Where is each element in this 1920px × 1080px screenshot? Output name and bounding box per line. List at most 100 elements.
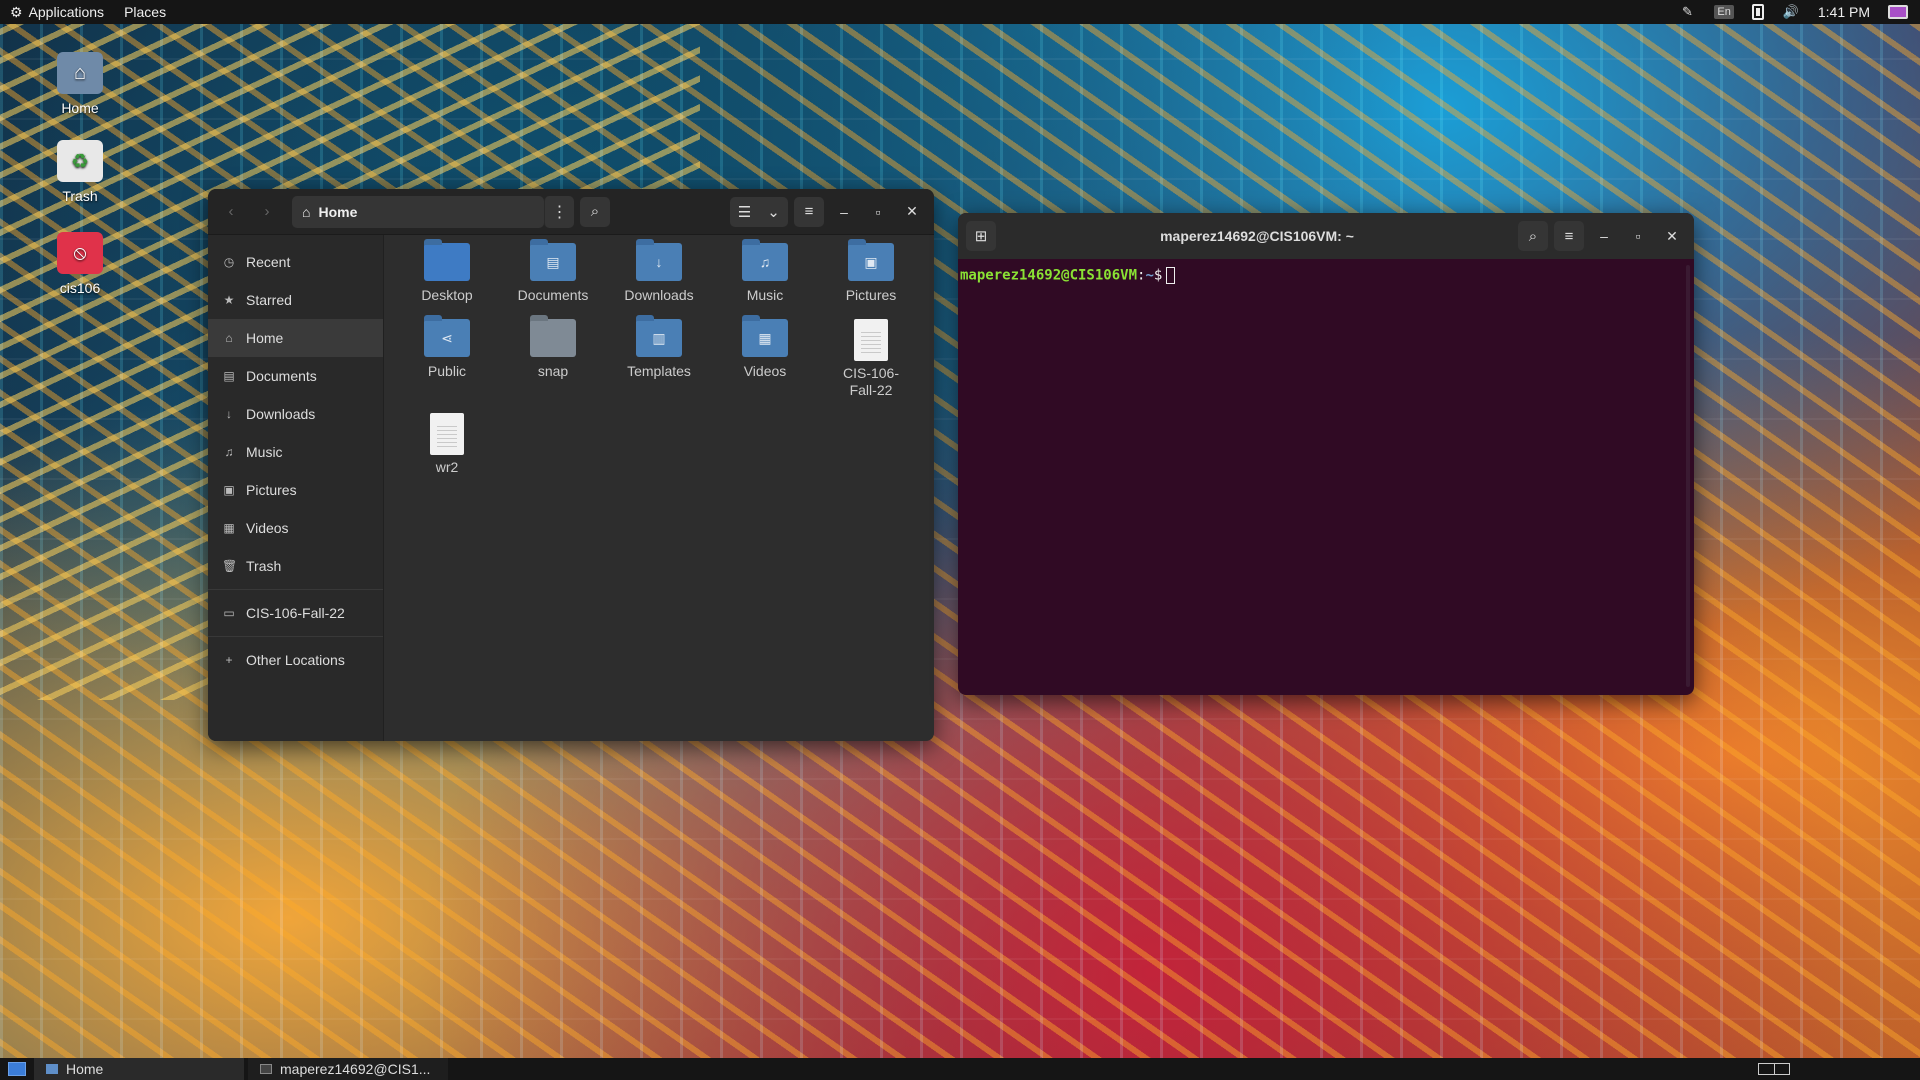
file-item-label: Music (746, 287, 784, 303)
video-icon: ▦ (223, 521, 235, 535)
documents-folder-icon: ▤ (530, 239, 576, 281)
file-item-snap[interactable]: snap (500, 315, 606, 393)
sidebar-item-label: Home (246, 330, 284, 346)
templates-folder-icon: ▥ (636, 315, 682, 357)
sidebar-item-label: Videos (246, 520, 289, 536)
close-button[interactable]: ✕ (898, 198, 926, 226)
file-grid: Desktop ▤ Documents ↓ Downloads ♫ Music … (394, 239, 924, 487)
chevron-down-icon: ⌄ (767, 203, 780, 221)
sidebar-item-documents[interactable]: ▤ Documents (208, 357, 383, 395)
path-bar[interactable]: ⌂ Home (292, 195, 544, 228)
pictures-folder-icon: ▣ (848, 239, 894, 281)
back-button[interactable]: ‹ (216, 197, 246, 227)
close-icon: ✕ (906, 203, 918, 219)
terminal-icon (260, 1064, 272, 1074)
maximize-button[interactable]: ▫ (1624, 222, 1652, 250)
sidebar-item-music[interactable]: ♫ Music (208, 433, 383, 471)
language-indicator[interactable]: En (1714, 5, 1734, 19)
path-menu-button[interactable]: ⋮ (544, 195, 574, 228)
list-icon: ☰ (737, 203, 752, 221)
desktop-icon-cis106[interactable]: ⦸ cis106 (40, 232, 120, 296)
hamburger-icon: ≡ (804, 203, 814, 220)
places-label: Places (124, 4, 167, 20)
plus-icon: + (225, 653, 233, 667)
view-options-button[interactable]: ⌄ (759, 197, 788, 227)
sidebar-item-label: Other Locations (246, 652, 345, 668)
minimize-button[interactable]: – (1590, 222, 1618, 250)
sidebar-item-label: CIS-106-Fall-22 (246, 605, 345, 621)
view-switcher: ☰ ⌄ (730, 196, 788, 227)
public-folder-icon: ⋖ (424, 315, 470, 357)
snap-folder-icon (530, 315, 576, 357)
battery-icon[interactable] (1751, 4, 1764, 20)
sidebar-item-label: Starred (246, 292, 292, 308)
clock[interactable]: 1:41 PM (1818, 4, 1870, 20)
file-item-videos[interactable]: ▦ Videos (712, 315, 818, 393)
minimize-button[interactable]: – (830, 198, 858, 226)
sidebar-item-label: Pictures (246, 482, 297, 498)
sidebar-item-other-locations[interactable]: + Other Locations (208, 641, 383, 679)
terminal-search-button[interactable]: ⌕ (1518, 221, 1548, 251)
file-item-label: Desktop (421, 287, 473, 303)
files-content: Desktop ▤ Documents ↓ Downloads ♫ Music … (384, 235, 934, 741)
monitor-icon[interactable] (1888, 5, 1908, 19)
file-item-templates[interactable]: ▥ Templates (606, 315, 712, 393)
file-item-documents[interactable]: ▤ Documents (500, 239, 606, 317)
volume-icon[interactable]: 🔊 (1782, 4, 1800, 20)
close-button[interactable]: ✕ (1658, 222, 1686, 250)
terminal-cursor (1166, 267, 1176, 284)
new-tab-button[interactable]: ⊞ (966, 221, 996, 251)
places-menu[interactable]: Places (114, 0, 176, 24)
sidebar-divider (208, 589, 383, 590)
file-item-downloads[interactable]: ↓ Downloads (606, 239, 712, 317)
sidebar-item-bookmark[interactable]: ▭ CIS-106-Fall-22 (208, 594, 383, 632)
terminal-output[interactable]: maperez14692@CIS106VM:~$ (958, 259, 1694, 292)
workspace-switcher[interactable] (1758, 1063, 1790, 1075)
list-view-button[interactable]: ☰ (730, 197, 759, 227)
taskbar-item-terminal[interactable]: maperez14692@CIS1... (248, 1058, 448, 1080)
sidebar-item-downloads[interactable]: ↓ Downloads (208, 395, 383, 433)
files-sidebar: ◷ Recent ★ Starred ⌂ Home ▤ Documents ↓ … (208, 235, 384, 741)
file-item-label: snap (537, 363, 569, 379)
file-item-label: CIS-106- Fall-22 (842, 365, 900, 398)
file-item-wr2[interactable]: wr2 (394, 413, 500, 487)
search-button[interactable]: ⌕ (580, 196, 610, 227)
file-item-cis106-fall22[interactable]: CIS-106- Fall-22 (818, 319, 924, 411)
home-icon: ⌂ (225, 331, 233, 345)
downloads-folder-icon: ↓ (636, 239, 682, 281)
file-item-pictures[interactable]: ▣ Pictures (818, 239, 924, 317)
path-label: Home (318, 203, 358, 220)
file-item-public[interactable]: ⋖ Public (394, 315, 500, 393)
applications-menu[interactable]: ⚙ Applications (0, 0, 114, 24)
sidebar-item-label: Downloads (246, 406, 316, 422)
file-item-music[interactable]: ♫ Music (712, 239, 818, 317)
document-icon: ▤ (223, 369, 235, 383)
desktop-icon-home[interactable]: ⌂ Home (40, 52, 120, 116)
minimize-icon: – (1600, 228, 1608, 244)
main-menu-button[interactable]: ≡ (794, 196, 824, 227)
terminal-scrollbar[interactable] (1686, 265, 1690, 687)
sidebar-item-home[interactable]: ⌂ Home (208, 319, 383, 357)
chevron-left-icon: ‹ (228, 203, 234, 220)
clock-icon: ◷ (223, 255, 235, 269)
sidebar-item-starred[interactable]: ★ Starred (208, 281, 383, 319)
desktop-icon-trash[interactable]: ♻ Trash (40, 140, 120, 204)
file-item-desktop[interactable]: Desktop (394, 239, 500, 317)
sidebar-item-pictures[interactable]: ▣ Pictures (208, 471, 383, 509)
sidebar-item-trash[interactable]: 🗑 Trash (208, 547, 383, 585)
sidebar-item-videos[interactable]: ▦ Videos (208, 509, 383, 547)
forward-button[interactable]: › (252, 197, 282, 227)
maximize-button[interactable]: ▫ (864, 198, 892, 226)
prompt-symbol: $ (1153, 267, 1163, 284)
files-window: ‹ › ⌂ Home ⋮ ⌕ ☰ ⌄ ≡ – ▫ ✕ ◷ Recent ★ St… (208, 189, 934, 741)
pin-icon[interactable]: ✎ (1678, 4, 1696, 20)
terminal-menu-button[interactable]: ≡ (1554, 221, 1584, 251)
taskbar-item-home[interactable]: Home (34, 1058, 244, 1080)
search-icon: ⌕ (1528, 227, 1538, 245)
home-icon: ⌂ (302, 203, 311, 220)
trash-icon: 🗑 (222, 559, 238, 573)
show-desktop-button[interactable] (8, 1062, 26, 1076)
sidebar-item-recent[interactable]: ◷ Recent (208, 243, 383, 281)
applications-label: Applications (28, 4, 105, 20)
sidebar-item-label: Recent (246, 254, 291, 270)
